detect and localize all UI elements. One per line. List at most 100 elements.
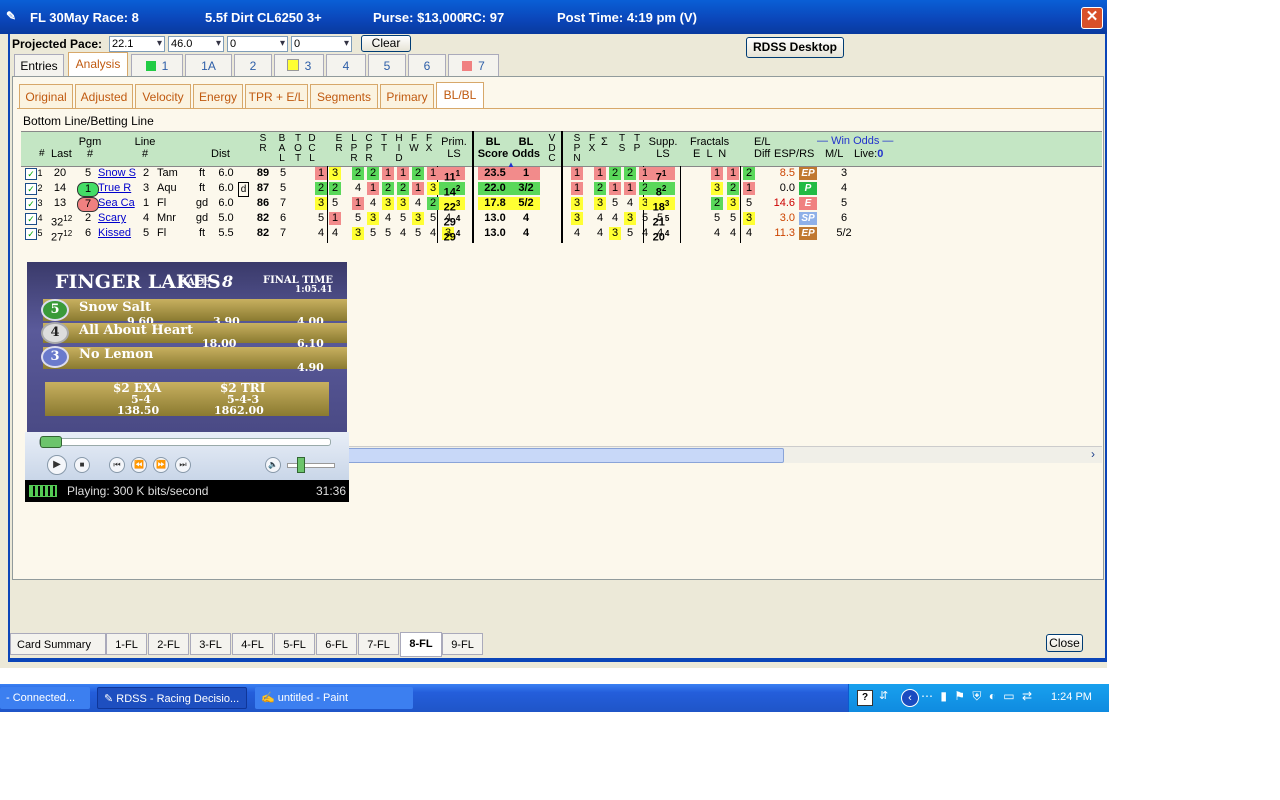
color-swatch-icon <box>145 61 156 71</box>
esp-rs-badge: EP <box>799 167 817 180</box>
taskbar-item-paint[interactable]: ✍ untitled - Paint <box>255 687 413 709</box>
subtab-velocity[interactable]: Velocity <box>135 84 191 108</box>
next-icon[interactable]: ⏭ <box>175 457 191 473</box>
tab-analysis[interactable]: Analysis <box>68 52 128 77</box>
col-cpr: C P R <box>365 133 373 164</box>
section-title: Bottom Line/Betting Line <box>23 114 154 128</box>
tab-race-7[interactable]: 7-FL <box>358 633 399 655</box>
paint-icon: ✍ <box>261 692 278 704</box>
tab-horse-7[interactable]: 7 <box>448 54 499 76</box>
subtab-adjusted[interactable]: Adjusted <box>75 84 133 108</box>
prim-ls: 294 <box>443 214 461 229</box>
esp-rs-badge: SP <box>799 212 817 225</box>
rating-er: 1 <box>352 197 364 210</box>
esp-rs-badge: E <box>799 197 817 210</box>
rating-er: 2 <box>352 167 364 180</box>
rating-er: 4 <box>354 182 362 194</box>
distance: 5.5 <box>218 227 234 239</box>
tab-race-2[interactable]: 2-FL <box>148 633 189 655</box>
color-swatch-icon <box>286 59 299 71</box>
table-row[interactable]: ✓ 4 3212 2 Scary 4 Mnr gd 5.0 82 6 5 1 5 3 4 5 3 5 4 3 4 4 3 5 5 5… <box>21 212 1102 229</box>
tab-race-6[interactable]: 6-FL <box>316 633 357 655</box>
rdss-desktop-button[interactable]: RDSS Desktop <box>746 37 844 58</box>
tray-status-icons[interactable]: ⋯ ▮ ⚑ ⛨ ◐ ▭ ⇄ <box>921 689 1034 704</box>
race-replay-video[interactable]: FINGER LAKES RACE 8 FINAL TIME 1:05.41 5… <box>27 262 347 432</box>
pace-select-1[interactable]: 22.1 <box>109 36 165 52</box>
horse-name-link[interactable]: Kissed <box>98 227 142 240</box>
subtab-bl-bl[interactable]: BL/BL <box>436 82 484 109</box>
previous-icon[interactable]: ⏮ <box>109 457 125 473</box>
table-row[interactable]: ✓3137Sea Ca1Flgd6.0867351433425335433235… <box>21 197 1102 214</box>
stop-icon[interactable]: ■ <box>74 457 90 473</box>
tab-race-4[interactable]: 4-FL <box>232 633 273 655</box>
tab-horse-5[interactable]: 5 <box>368 54 406 76</box>
row-index: 3 <box>37 198 43 208</box>
scroll-right-icon[interactable]: › <box>1086 447 1100 461</box>
subtab-energy[interactable]: Energy <box>193 84 243 108</box>
play-icon[interactable]: ▶ <box>47 455 67 475</box>
taskbar-item-connected[interactable]: - Connected... <box>0 687 90 709</box>
col-er: E R <box>335 133 343 154</box>
prim-ls: 142 <box>439 182 465 199</box>
tab-horse-1a[interactable]: 1A <box>185 54 232 76</box>
close-button[interactable]: Close <box>1046 634 1083 652</box>
tray-collapse-icon[interactable]: ‹ <box>901 689 919 707</box>
rating-tt: 3 <box>397 197 409 210</box>
subtab-tpr-el[interactable]: TPR + E/L <box>245 84 308 108</box>
rewind-icon[interactable]: ⏪ <box>131 457 147 473</box>
tab-horse-3[interactable]: 3 <box>274 54 324 76</box>
last-value: 3212 <box>51 214 73 229</box>
taskbar-item-rdss[interactable]: ✎ RDSS - Racing Decisio... <box>97 687 247 709</box>
restore-icon[interactable]: ⇵ <box>879 689 888 702</box>
horizontal-scrollbar[interactable]: › <box>347 446 1102 463</box>
subtab-segments[interactable]: Segments <box>310 84 378 108</box>
col-prim-ls: Prim. LS <box>441 136 467 160</box>
window-close-button[interactable]: ✕ <box>1081 7 1103 29</box>
col-ts: T S <box>618 133 626 154</box>
tab-card-summary[interactable]: Card Summary <box>10 633 106 655</box>
morning-line-odds: 3 <box>840 167 848 179</box>
result-pos-1: 5 <box>41 299 69 321</box>
el-diff: 14.6 <box>773 197 795 209</box>
tab-race-8[interactable]: 8-FL <box>400 632 442 657</box>
horse-name-link[interactable]: True R <box>98 182 142 195</box>
tab-race-1[interactable]: 1-FL <box>106 633 147 655</box>
tab-horse-6[interactable]: 6 <box>408 54 446 76</box>
horse-name-link[interactable]: Sea Ca <box>98 197 142 210</box>
pace-select-3[interactable]: 0 <box>227 36 288 52</box>
tab-horse-4[interactable]: 4 <box>326 54 366 76</box>
rating-fl: 1 <box>727 167 739 180</box>
scrollbar-thumb[interactable] <box>347 448 784 463</box>
table-row[interactable]: ✓1205Snow S2Tamft6.089513221121211221111… <box>21 167 1102 184</box>
table-row[interactable]: ✓ 5 2712 6 Kissed 5 Fl ft 5.5 82 7 4 4 3 5 5 4 5 4 3 4 4 3 5 4 4 4… <box>21 227 1102 244</box>
clear-button[interactable]: Clear <box>361 35 411 52</box>
mute-icon[interactable]: 🔈 <box>265 457 281 473</box>
help-icon[interactable]: ? <box>857 690 873 706</box>
rating-fn: 4 <box>745 227 753 239</box>
seek-thumb[interactable] <box>40 436 62 448</box>
subtab-original[interactable]: Original <box>19 84 73 108</box>
rating-fe: 5 <box>713 212 721 224</box>
tab-entries[interactable]: Entries <box>14 54 64 76</box>
volume-slider[interactable] <box>287 463 335 468</box>
pace-select-4[interactable]: 0 <box>291 36 352 52</box>
fast-forward-icon[interactable]: ⏩ <box>153 457 169 473</box>
tab-race-3[interactable]: 3-FL <box>190 633 231 655</box>
volume-thumb[interactable] <box>297 457 305 473</box>
subtab-primary[interactable]: Primary <box>380 84 434 108</box>
rating-sig: 3 <box>624 212 636 225</box>
table-row[interactable]: ✓2141True R3Aquft6.0d8752241221311211223… <box>21 182 1102 199</box>
rating-lpr: 2 <box>367 167 379 180</box>
horse-name-link[interactable]: Scary <box>98 212 142 225</box>
seek-bar[interactable] <box>39 438 331 446</box>
col-fw: F W <box>409 133 419 154</box>
horse-name-link[interactable]: Snow S <box>98 167 142 180</box>
tab-race-5[interactable]: 5-FL <box>274 633 315 655</box>
tab-label: 1 <box>161 59 169 73</box>
pace-select-2[interactable]: 46.0 <box>168 36 224 52</box>
tab-horse-1[interactable]: 1 <box>131 54 183 76</box>
tab-horse-2[interactable]: 2 <box>234 54 272 76</box>
tab-race-9[interactable]: 9-FL <box>442 633 483 655</box>
rating-lpr: 3 <box>367 212 379 225</box>
rating-dcl: 2 <box>329 182 341 195</box>
